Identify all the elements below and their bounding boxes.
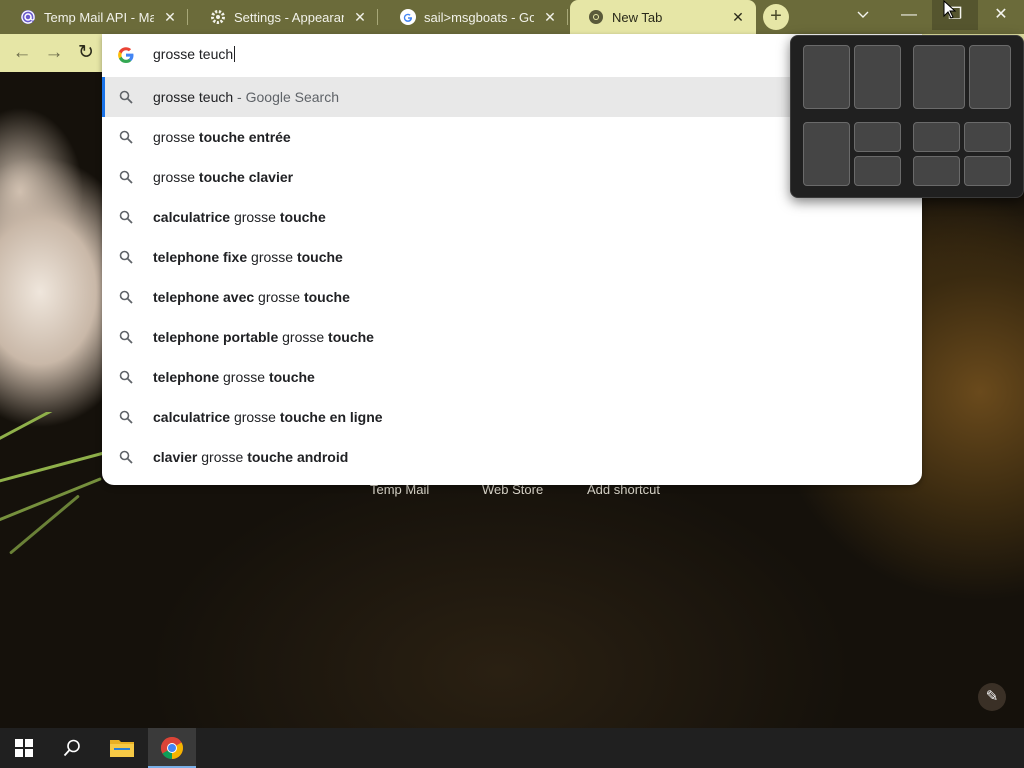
taskbar-file-explorer[interactable] (98, 728, 146, 768)
suggestion-row[interactable]: telephone avec grosse touche (102, 277, 922, 317)
minimize-button[interactable]: — (886, 0, 932, 30)
search-icon (119, 410, 133, 424)
tab-temp-mail[interactable]: Temp Mail API - Mail.t ✕ (2, 0, 188, 34)
close-window-button[interactable]: ✕ (978, 0, 1024, 30)
suggestion-text: clavier grosse touche android (153, 449, 349, 465)
search-icon (119, 250, 133, 264)
suggestion-text: telephone portable grosse touche (153, 329, 374, 345)
suggestion-text: calculatrice grosse touche en ligne (153, 409, 383, 425)
new-tab-button[interactable]: + (763, 4, 789, 30)
chrome-icon (588, 9, 604, 25)
suggestion-text: telephone fixe grosse touche (153, 249, 343, 265)
tab-title: Settings - Appearance (234, 9, 344, 25)
tab-title: Temp Mail API - Mail.t (44, 9, 154, 25)
snap-zone-quad-bottom-left[interactable] (913, 156, 960, 186)
taskbar-chrome[interactable] (148, 728, 196, 768)
snap-zone-quad-bottom-right[interactable] (964, 156, 1011, 186)
text-caret (234, 46, 236, 62)
close-icon[interactable]: ✕ (542, 9, 558, 25)
tab-search-button[interactable] (840, 0, 886, 30)
minimize-icon: — (901, 6, 917, 23)
tab-new-tab[interactable]: New Tab ✕ (570, 0, 756, 34)
suggestion-text: grosse touche entrée (153, 129, 291, 145)
suggestion-hint: - Google Search (233, 89, 340, 105)
suggestion-text: grosse touche clavier (153, 169, 294, 185)
tab-title: New Tab (612, 9, 663, 25)
chevron-down-icon (857, 11, 869, 18)
search-icon (119, 450, 133, 464)
snap-zone-three-top-right[interactable] (854, 122, 901, 152)
taskbar-search-button[interactable] (48, 728, 96, 768)
snap-layouts-flyout (790, 35, 1024, 198)
omnibox-input[interactable]: grosse teuch (153, 46, 236, 62)
suggestion-text: grosse teuch - Google Search (153, 89, 340, 105)
google-icon (400, 9, 416, 25)
search-icon (119, 330, 133, 344)
reload-icon: ↻ (78, 42, 94, 63)
search-icon (119, 170, 133, 184)
customize-button[interactable]: ✎ (978, 683, 1006, 711)
suggestion-row[interactable]: calculatrice grosse touche (102, 197, 922, 237)
suggestion-text: telephone grosse touche (153, 369, 315, 385)
start-button[interactable] (0, 728, 48, 768)
file-explorer-icon (110, 740, 134, 757)
windows-taskbar (0, 728, 1024, 768)
pencil-icon: ✎ (985, 688, 999, 705)
suggestion-row[interactable]: clavier grosse touche android (102, 437, 922, 477)
suggestion-row[interactable]: telephone portable grosse touche (102, 317, 922, 357)
tab-settings[interactable]: Settings - Appearance ✕ (192, 0, 378, 34)
search-icon (119, 210, 133, 224)
snap-zone-quad-top-right[interactable] (964, 122, 1011, 152)
suggestion-text: calculatrice grosse touche (153, 209, 326, 225)
snap-zone-halves-left[interactable] (803, 45, 850, 109)
chrome-icon (161, 737, 183, 759)
tab-google-search[interactable]: sail>msgboats - Goog ✕ (382, 0, 568, 34)
search-icon (63, 739, 80, 757)
at-sign-icon (20, 9, 36, 25)
gear-icon (210, 9, 226, 25)
reload-button[interactable]: ↻ (74, 41, 98, 65)
google-icon (118, 47, 134, 63)
forward-button[interactable]: → (42, 41, 66, 65)
search-icon (119, 290, 133, 304)
forward-arrow-icon: → (44, 42, 64, 63)
snap-zone-split-left[interactable] (913, 45, 965, 109)
snap-zone-three-bottom-right[interactable] (854, 156, 901, 186)
windows-start-icon (15, 739, 33, 757)
search-icon (119, 370, 133, 384)
search-icon (119, 130, 133, 144)
suggestion-row[interactable]: calculatrice grosse touche en ligne (102, 397, 922, 437)
snap-zone-three-left[interactable] (803, 122, 850, 186)
mouse-cursor-icon (943, 0, 957, 19)
tab-title: sail>msgboats - Goog (424, 9, 534, 25)
tab-strip: Temp Mail API - Mail.t ✕ Settings - Appe… (0, 0, 1024, 34)
suggestion-text: telephone avec grosse touche (153, 289, 350, 305)
snap-zone-quad-top-left[interactable] (913, 122, 960, 152)
back-arrow-icon: ← (12, 42, 32, 63)
close-icon[interactable]: ✕ (162, 9, 178, 25)
close-icon[interactable]: ✕ (730, 9, 746, 25)
back-button[interactable]: ← (10, 41, 34, 65)
suggestion-row[interactable]: telephone fixe grosse touche (102, 237, 922, 277)
snap-zone-split-right[interactable] (969, 45, 1011, 109)
suggestion-row[interactable]: telephone grosse touche (102, 357, 922, 397)
close-icon: ✕ (994, 6, 1008, 23)
snap-zone-halves-right[interactable] (854, 45, 901, 109)
search-icon (119, 90, 133, 104)
close-icon[interactable]: ✕ (352, 9, 368, 25)
